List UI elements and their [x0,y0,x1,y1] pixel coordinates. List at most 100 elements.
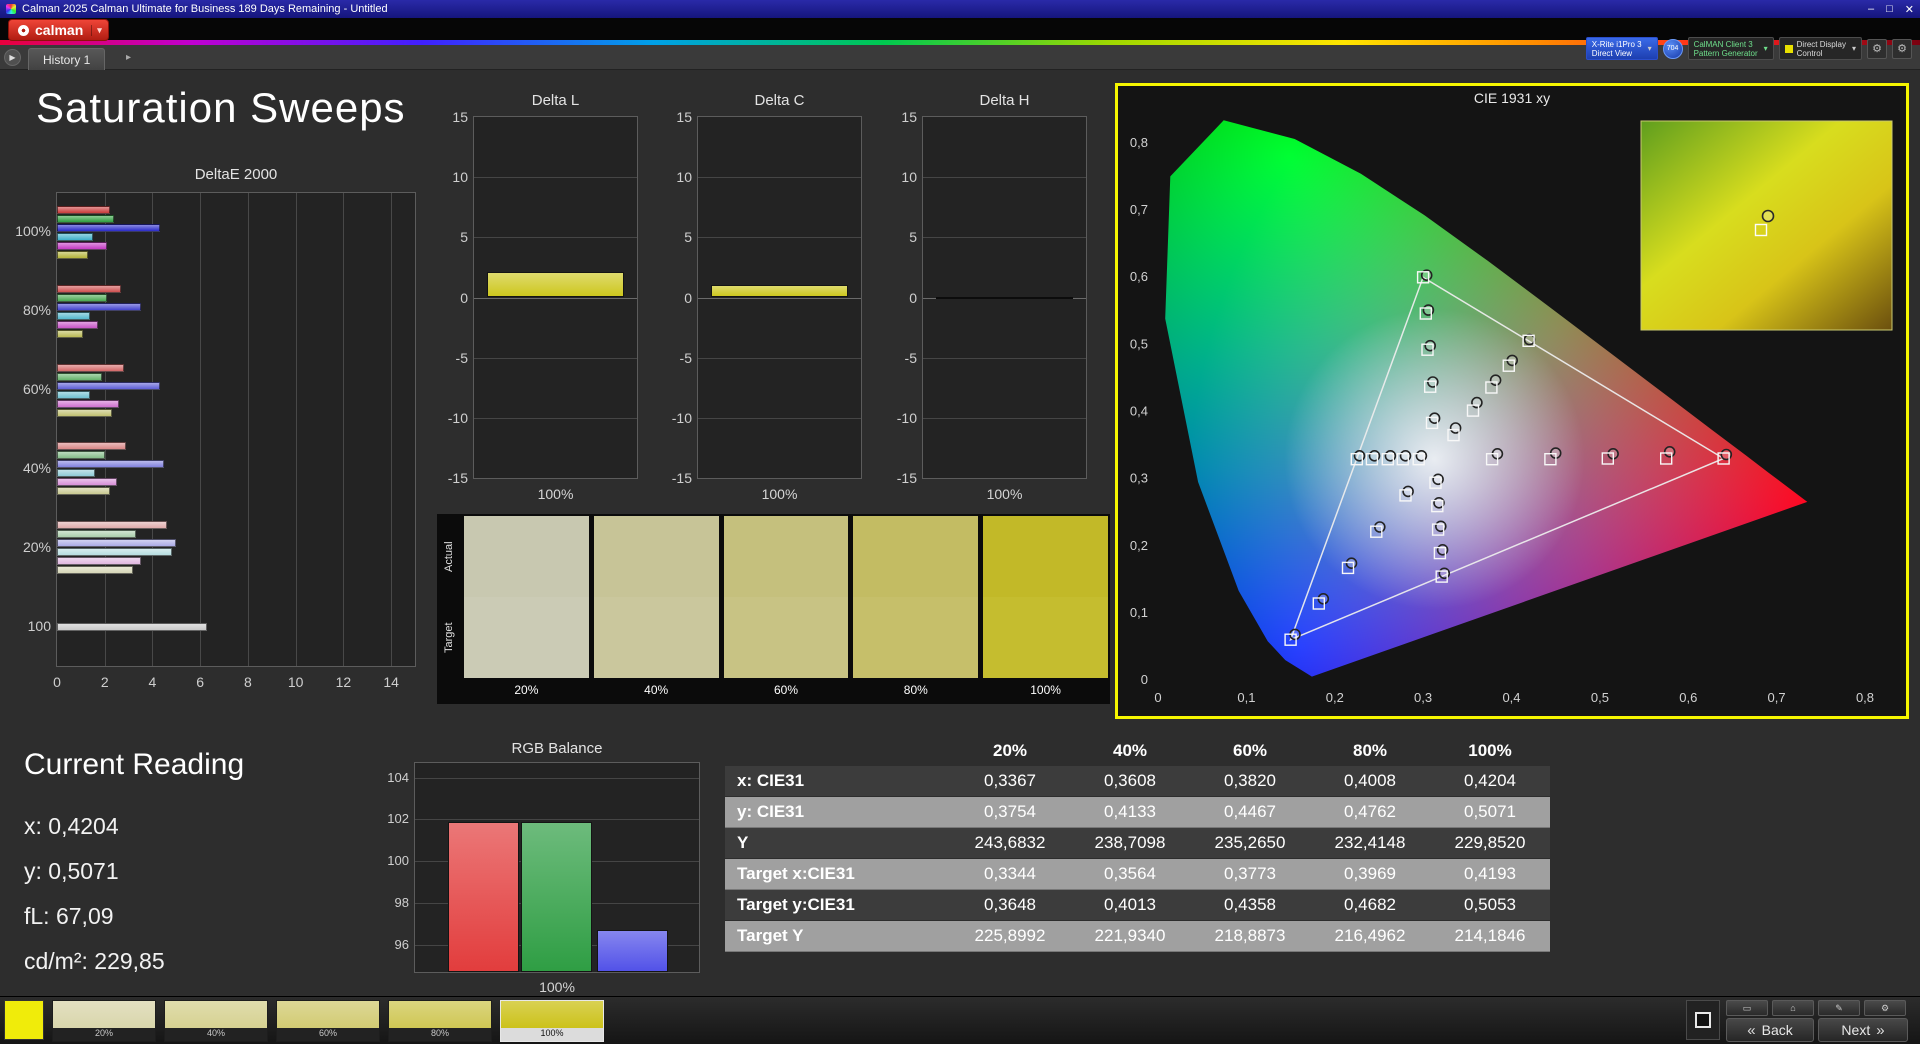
rgb-balance-chart-title: RGB Balance [414,740,700,757]
delta-e-bar [57,566,133,574]
cie-1931-chart-panel[interactable]: CIE 1931 xy 00,10,20,30,40,50,60,70,800,… [1115,83,1909,719]
gear-icon: ⚙ [1897,42,1907,55]
delta-e-bar [57,400,119,408]
actual-swatch [724,516,849,597]
row-label: y: CIE31 [725,797,950,828]
display-name: Direct Display [1797,40,1846,49]
cell-value: 0,4133 [1070,797,1190,828]
delta-e-bar [57,539,176,547]
next-icon: » [1876,1022,1884,1039]
back-button[interactable]: « Back [1726,1018,1814,1042]
delta-l-chart[interactable]: 151050-5-10-15 [473,116,638,479]
calman-menu-button[interactable]: calman ▾ [8,19,109,41]
maximize-button[interactable]: □ [1886,3,1893,15]
swatch-label: 40% [594,678,719,702]
badge-text: 704 [1667,45,1679,52]
cell-value: 0,4762 [1310,797,1430,828]
delta-h-xlabel: 100% [922,486,1087,502]
column-header: 100% [1430,736,1550,766]
tool-button[interactable]: ✎ [1818,1000,1860,1016]
target-swatch [594,597,719,678]
cie-chromaticity-diagram: 00,10,20,30,40,50,60,70,800,10,20,30,40,… [1118,86,1906,716]
cell-value: 0,4008 [1310,766,1430,797]
gridline [923,358,1086,359]
tool-button[interactable]: ⌂ [1772,1000,1814,1016]
next-button[interactable]: Next » [1818,1018,1908,1042]
saturation-level-swatch[interactable]: 100% [500,1000,604,1042]
delta-e-bar [57,487,110,495]
column-header: 20% [950,736,1070,766]
delta-c-chart[interactable]: 151050-5-10-15 [697,116,862,479]
gridline [923,418,1086,419]
delta-e-bar [57,460,164,468]
pattern-generator-dropdown[interactable]: CalMAN Client 3 Pattern Generator ▾ [1688,37,1774,60]
gridline [391,193,392,666]
tab-scroll-button[interactable]: ▸ [126,52,131,63]
tab-history-1[interactable]: History 1 [28,48,105,70]
window-title: Calman 2025 Calman Ultimate for Business… [22,3,388,15]
cell-value: 0,4467 [1190,797,1310,828]
chevron-down-icon: ▾ [1852,44,1856,53]
swatch-row-labels: Actual Target [439,516,459,702]
cell-value: 225,8992 [950,921,1070,952]
settings-gear-button[interactable]: ⚙ [1867,39,1887,59]
calman-logo-text: calman [35,22,83,38]
gridline [698,418,861,419]
gridline [698,177,861,178]
x-tick-label: 10 [280,674,312,690]
generator-type: Pattern Generator [1694,49,1758,58]
delta-e-bar [57,391,90,399]
svg-text:0,3: 0,3 [1130,471,1148,486]
reading-line: y: 0,5071 [24,849,384,894]
delta-e-bar [57,557,141,565]
rgb-balance-chart[interactable]: 1041021009896 [414,762,700,973]
table-row: y: CIE310,37540,41330,44670,47620,5071 [725,797,1550,828]
x-tick-label: 14 [375,674,407,690]
pattern-window-button[interactable] [1686,1000,1720,1040]
gear-icon: ⚙ [1872,42,1882,55]
panel-expander-button[interactable]: ▶ [4,49,21,66]
delta-e-bar [57,451,105,459]
svg-text:0,6: 0,6 [1130,269,1148,284]
display-control-dropdown[interactable]: Direct Display Control ▾ [1779,37,1862,60]
y-tick-label: 104 [377,770,409,785]
delta-e-bar [57,373,102,381]
tool-button[interactable]: ⚙ [1864,1000,1906,1016]
actual-swatch [594,516,719,597]
actual-row-label: Actual [439,516,459,597]
group-label: 40% [7,460,51,476]
expander-arrow-icon: ▶ [9,53,15,62]
app-icon [6,4,16,14]
settings-gear-button-2[interactable]: ⚙ [1892,39,1912,59]
minimize-button[interactable]: – [1868,3,1874,15]
deltae-chart[interactable]: 02468101214100%80%60%40%20%100 [56,192,416,667]
cell-value: 0,4204 [1430,766,1550,797]
tool-button[interactable]: ▭ [1726,1000,1768,1016]
cell-value: 0,4013 [1070,890,1190,921]
cell-value: 214,1846 [1430,921,1550,952]
device-bar: X-Rite i1Pro 3 Direct View ▾ 704 CalMAN … [1586,37,1912,60]
close-button[interactable]: ✕ [1905,3,1914,16]
gridline [415,778,699,779]
delta-l-xlabel: 100% [473,486,638,502]
reading-line: cd/m²: 229,85 [24,939,384,984]
svg-text:0,7: 0,7 [1130,202,1148,217]
saturation-level-swatch[interactable]: 60% [276,1000,380,1042]
red-balance-bar [448,822,519,972]
saturation-level-swatch[interactable]: 40% [164,1000,268,1042]
swatch-color [53,1001,155,1028]
y-tick-label: -15 [658,470,692,486]
tool-button-row: ▭⌂✎⚙ [1726,1000,1906,1016]
delta-h-chart[interactable]: 151050-5-10-15 [922,116,1087,479]
actual-swatch [464,516,589,597]
chevron-down-icon: ▾ [1764,44,1768,53]
saturation-level-swatch[interactable]: 80% [388,1000,492,1042]
swatch-color [277,1001,379,1028]
meter-selector-dropdown[interactable]: X-Rite i1Pro 3 Direct View ▾ [1586,37,1658,60]
delta-e-bar [57,364,124,372]
saturation-level-swatch[interactable]: 20% [52,1000,156,1042]
cell-value: 0,3564 [1070,859,1190,890]
gridline [415,819,699,820]
y-tick-label: -10 [434,410,468,426]
y-tick-label: 10 [658,169,692,185]
